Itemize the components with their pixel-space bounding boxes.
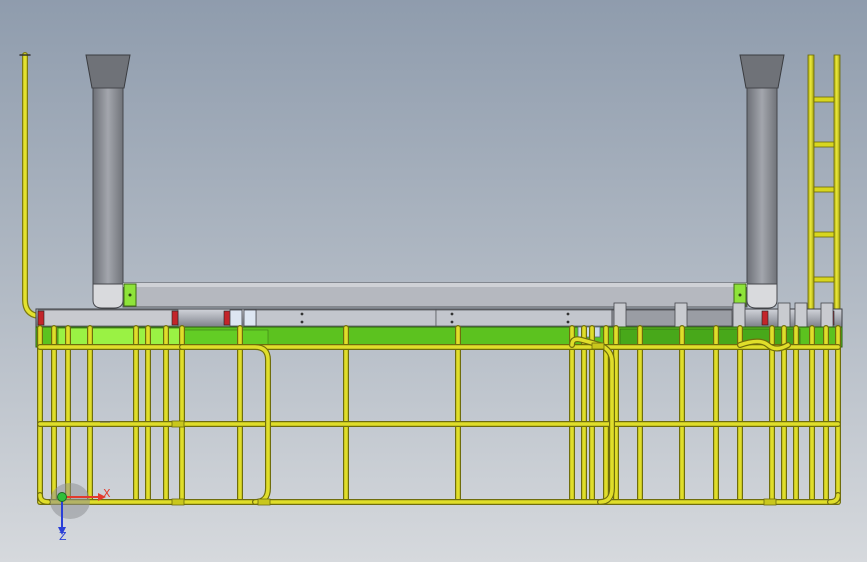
beam-marker [761,310,769,326]
left-handrail[interactable] [19,52,41,319]
beam-clamp [229,309,243,327]
bolt-dot [566,320,570,324]
cage-joint [171,420,185,428]
bolt-dot [450,320,454,324]
ladder[interactable] [807,54,841,311]
axis-triad [50,483,106,535]
ladder-rung [813,186,835,193]
beam-clamp [777,302,791,329]
beam-marker [37,310,45,326]
bolt-dot [300,312,304,316]
cage-joint [763,498,777,506]
cage-joint [257,498,271,506]
frame-model-drawing [19,52,843,535]
beam-marker [171,310,179,326]
right-column[interactable] [739,54,785,309]
beam-clamp [613,302,627,329]
bolt-dot [300,320,304,324]
beam-marker [223,310,231,326]
bolt-dot [450,312,454,316]
ladder-rung [813,141,835,148]
axis-z-label: Z [59,530,67,543]
cage-joint [171,498,185,506]
ladder-rung [813,231,835,238]
lower-cage-frame[interactable] [37,325,841,506]
ladder-rung [813,96,835,103]
cage-joint [591,342,605,350]
beam-clamp [243,309,257,327]
axis-y-dot [57,492,67,502]
beam-clamp [820,302,834,329]
bolt-dot [566,312,570,316]
cad-viewport[interactable]: X Z [0,0,867,562]
ladder-rung [813,276,835,283]
beam-clamp [674,302,688,329]
upper-beam[interactable] [122,282,748,308]
beam-clamp [732,302,746,329]
left-column[interactable] [85,54,131,309]
beam-clamp [794,302,808,329]
axis-x-label: X [103,487,111,500]
